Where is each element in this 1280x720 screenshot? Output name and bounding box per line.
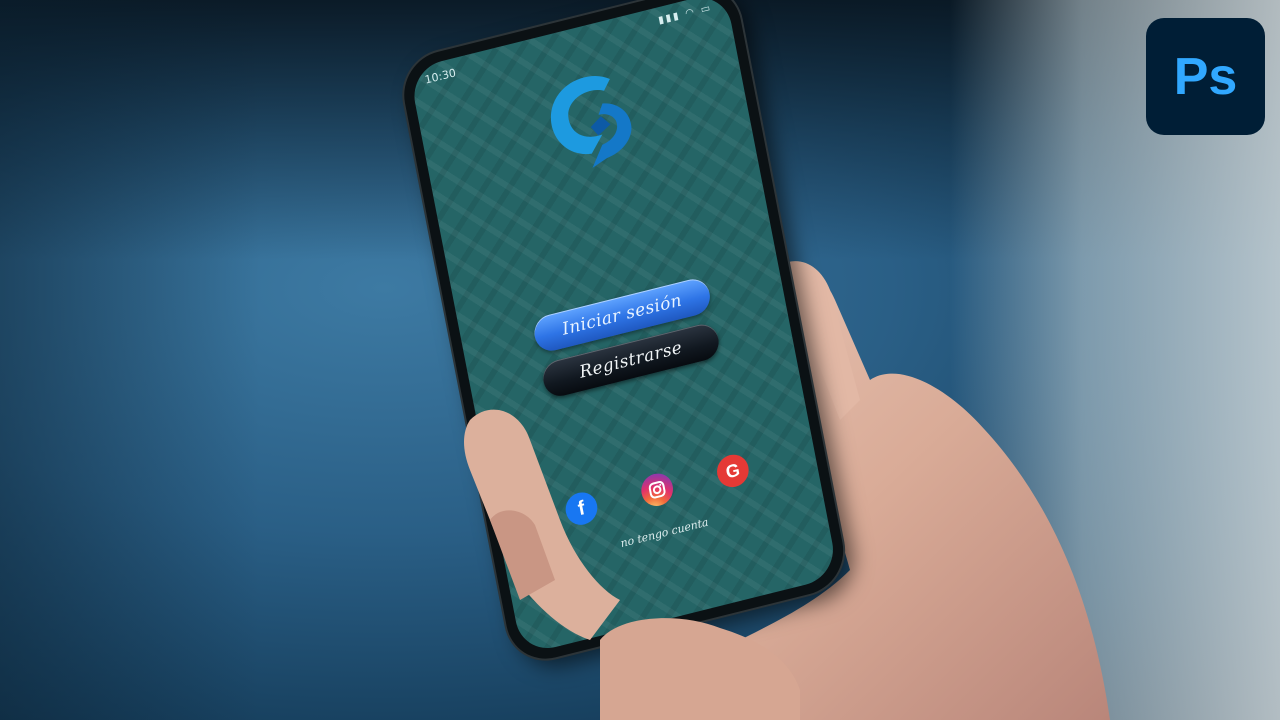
smartphone: 10:30 ▮▮▮ ◠ ▭ Iniciar sesión Registrarse… bbox=[397, 0, 867, 681]
phone-screen: 10:30 ▮▮▮ ◠ ▭ Iniciar sesión Registrarse… bbox=[408, 0, 839, 656]
phone-frame: 10:30 ▮▮▮ ◠ ▭ Iniciar sesión Registrarse… bbox=[397, 0, 851, 668]
photoshop-badge: Ps bbox=[1146, 18, 1265, 135]
instagram-glyph-icon bbox=[648, 481, 666, 499]
